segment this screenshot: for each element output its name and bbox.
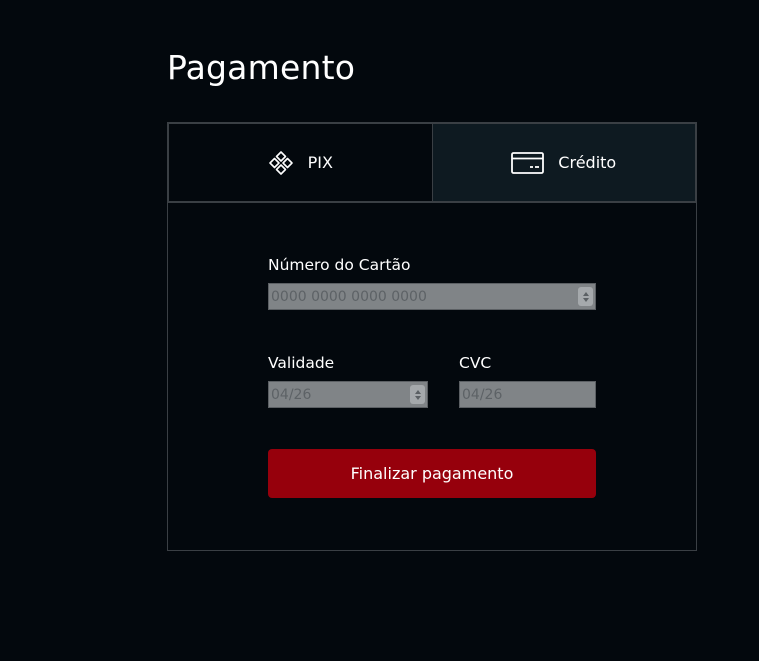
page-title: Pagamento — [167, 48, 356, 87]
cvc-field-wrapper — [459, 381, 596, 408]
stepper-up-icon — [582, 291, 589, 296]
card-number-label: Número do Cartão — [268, 256, 411, 274]
expiry-input[interactable] — [269, 382, 427, 407]
cvc-group: CVC — [459, 353, 596, 408]
stepper-down-icon — [582, 297, 589, 302]
pix-icon — [268, 150, 294, 176]
payment-panel: PIX Crédito Número do Cartão 0000 0000 0… — [167, 122, 697, 551]
tab-credit[interactable]: Crédito — [432, 123, 696, 202]
card-number-field-wrapper — [268, 283, 596, 310]
card-number-input[interactable] — [269, 284, 595, 309]
tab-credit-label: Crédito — [558, 153, 617, 172]
finalize-payment-button[interactable]: Finalizar pagamento — [268, 449, 596, 498]
expiry-cvc-row: Validade CVC — [268, 353, 596, 408]
expiry-stepper[interactable] — [410, 385, 425, 404]
expiry-field-wrapper — [268, 381, 428, 408]
tab-pix-label: PIX — [307, 153, 333, 172]
payment-method-tabs: PIX Crédito — [168, 123, 696, 203]
cvc-label: CVC — [459, 354, 492, 372]
cvc-input[interactable] — [460, 382, 595, 407]
stepper-down-icon — [414, 395, 421, 400]
payment-page: Pagamento PIX Crédito Número do Cartão 0… — [0, 0, 759, 661]
stepper-up-icon — [414, 389, 421, 394]
credit-card-form: Número do Cartão Validade — [268, 255, 596, 498]
expiry-group: Validade — [268, 353, 428, 408]
expiry-label: Validade — [268, 354, 335, 372]
credit-card-icon — [511, 151, 545, 174]
tab-pix[interactable]: PIX — [168, 123, 433, 202]
card-number-stepper[interactable] — [578, 287, 593, 306]
